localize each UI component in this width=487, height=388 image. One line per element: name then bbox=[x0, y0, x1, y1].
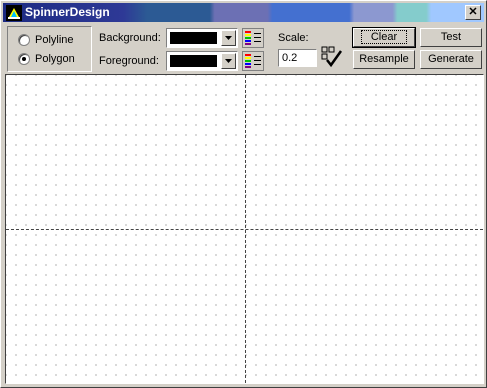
check-icon[interactable] bbox=[321, 46, 343, 68]
background-color-swatch bbox=[170, 32, 217, 44]
clear-button[interactable]: Clear bbox=[352, 27, 416, 48]
radio-polyline-circle[interactable] bbox=[18, 34, 30, 46]
radio-selected-dot bbox=[22, 57, 26, 61]
generate-button[interactable]: Generate bbox=[420, 50, 482, 69]
radio-polygon-label[interactable]: Polygon bbox=[35, 52, 75, 66]
foreground-dropdown-button[interactable] bbox=[221, 53, 236, 69]
foreground-color-swatch bbox=[170, 55, 217, 67]
test-button[interactable]: Test bbox=[420, 28, 482, 47]
foreground-palette-icon[interactable] bbox=[242, 51, 264, 71]
scale-input[interactable]: 0.2 bbox=[278, 49, 317, 67]
radio-polyline-label[interactable]: Polyline bbox=[35, 33, 74, 47]
clear-button-label[interactable]: Clear bbox=[360, 30, 408, 44]
background-palette-icon[interactable] bbox=[242, 28, 264, 48]
shape-mode-group: Polyline Polygon bbox=[7, 26, 92, 72]
scale-label: Scale: bbox=[278, 32, 309, 44]
background-dropdown-button[interactable] bbox=[221, 30, 236, 46]
radio-polygon-circle[interactable] bbox=[18, 53, 30, 65]
app-icon bbox=[6, 5, 22, 21]
horizontal-center-axis bbox=[6, 229, 483, 230]
background-label: Background: bbox=[99, 32, 161, 44]
window-title: SpinnerDesign bbox=[25, 5, 110, 19]
foreground-label: Foreground: bbox=[99, 55, 159, 67]
drawing-canvas[interactable] bbox=[5, 74, 484, 384]
background-color-combo[interactable] bbox=[166, 28, 238, 48]
close-icon: ✕ bbox=[468, 6, 478, 18]
chevron-down-icon bbox=[225, 59, 232, 63]
close-button[interactable]: ✕ bbox=[465, 5, 481, 20]
chevron-down-icon bbox=[225, 36, 232, 40]
title-bar[interactable]: SpinnerDesign ✕ bbox=[3, 3, 484, 22]
resample-button[interactable]: Resample bbox=[353, 50, 415, 69]
foreground-color-combo[interactable] bbox=[166, 51, 238, 71]
spinner-design-window: SpinnerDesign ✕ Polyline Polygon Backgro… bbox=[0, 0, 487, 388]
